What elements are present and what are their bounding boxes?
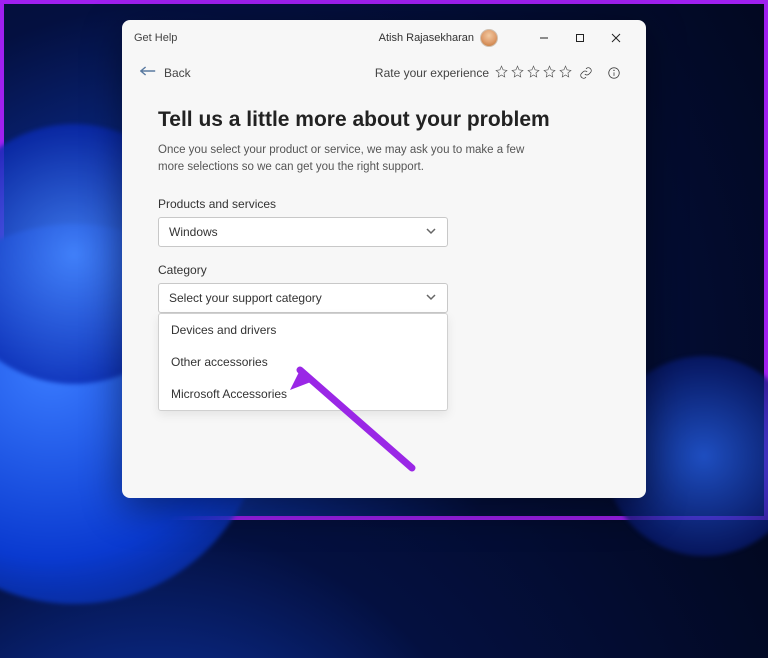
back-button[interactable]: Back: [140, 65, 191, 80]
avatar: [480, 29, 498, 47]
products-label: Products and services: [158, 197, 610, 211]
star-icon[interactable]: [511, 65, 524, 81]
star-icon[interactable]: [559, 65, 572, 81]
category-select-placeholder: Select your support category: [169, 291, 322, 305]
titlebar: Get Help Atish Rajasekharan: [122, 20, 646, 56]
products-select[interactable]: Windows: [158, 217, 448, 247]
chevron-down-icon: [425, 225, 437, 240]
arrow-left-icon: [140, 65, 156, 80]
category-dropdown: Devices and drivers Other accessories Mi…: [158, 313, 448, 411]
chevron-down-icon: [425, 291, 437, 306]
back-label: Back: [164, 66, 191, 80]
rate-label: Rate your experience: [375, 66, 489, 80]
app-window: Get Help Atish Rajasekharan Back: [122, 20, 646, 498]
category-label: Category: [158, 263, 610, 277]
category-select[interactable]: Select your support category: [158, 283, 448, 313]
page-title: Tell us a little more about your problem: [158, 108, 610, 132]
category-option[interactable]: Other accessories: [159, 346, 447, 378]
content-area: Tell us a little more about your problem…: [122, 90, 646, 411]
app-name: Get Help: [134, 32, 177, 44]
info-icon[interactable]: [600, 66, 628, 80]
star-icon[interactable]: [495, 65, 508, 81]
products-select-value: Windows: [169, 225, 218, 239]
minimize-button[interactable]: [526, 24, 562, 52]
user-name: Atish Rajasekharan: [379, 32, 474, 44]
star-icon[interactable]: [543, 65, 556, 81]
page-subtext: Once you select your product or service,…: [158, 142, 538, 175]
rate-experience: Rate your experience: [375, 65, 572, 81]
close-button[interactable]: [598, 24, 634, 52]
rating-stars[interactable]: [495, 65, 572, 81]
link-icon[interactable]: [572, 66, 600, 80]
star-icon[interactable]: [527, 65, 540, 81]
topbar: Back Rate your experience: [122, 56, 646, 90]
maximize-button[interactable]: [562, 24, 598, 52]
category-option[interactable]: Microsoft Accessories: [159, 378, 447, 410]
user-account[interactable]: Atish Rajasekharan: [379, 29, 498, 47]
category-option[interactable]: Devices and drivers: [159, 314, 447, 346]
